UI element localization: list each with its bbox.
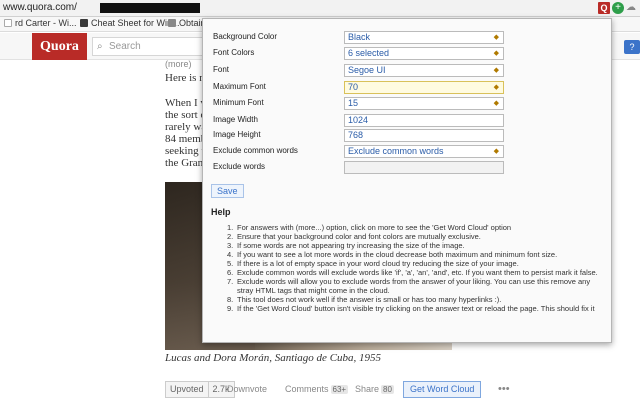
- bookmark-item[interactable]: Cheat Sheet for Win...: [80, 18, 180, 28]
- word-cloud-settings-popup: Background Color Black ◆ Font Colors 6 se…: [202, 18, 612, 343]
- maximum-font-select[interactable]: 70 ◆: [344, 81, 504, 94]
- dropdown-arrow-icon: ◆: [493, 67, 499, 74]
- downvote-button[interactable]: Downvote: [227, 384, 267, 394]
- font-colors-row: Font Colors 6 selected ◆: [213, 47, 605, 61]
- exclude-common-words-label: Exclude common words: [213, 146, 298, 155]
- more-options-icon[interactable]: •••: [498, 383, 510, 395]
- help-item: 9. If the 'Get Word Cloud' button isn't v…: [227, 304, 595, 313]
- url-redaction: [100, 3, 200, 13]
- get-word-cloud-button[interactable]: Get Word Cloud: [403, 381, 482, 398]
- dropdown-arrow-icon: ◆: [493, 34, 499, 41]
- dropdown-arrow-icon: ◆: [493, 84, 499, 91]
- answer-text-line: the Gran: [165, 157, 204, 169]
- quora-logo[interactable]: Quora: [32, 33, 87, 60]
- dropdown-arrow-icon: ◆: [493, 148, 499, 155]
- image-height-label: Image Height: [213, 130, 261, 139]
- font-colors-label: Font Colors: [213, 48, 255, 57]
- dropdown-arrow-icon: ◆: [493, 100, 499, 107]
- help-item: 7. Exclude words will allow you to exclud…: [227, 277, 591, 295]
- minimum-font-select[interactable]: 15 ◆: [344, 97, 504, 110]
- help-item: 4. If you want to see a lot more words in…: [227, 250, 558, 259]
- image-height-row: Image Height 768: [213, 129, 605, 143]
- minimum-font-row: Minimum Font 15 ◆: [213, 97, 605, 111]
- search-input[interactable]: ⌕ Search: [92, 37, 212, 56]
- exclude-words-label: Exclude words: [213, 162, 266, 171]
- comments-count: 63+: [330, 385, 349, 394]
- answer-text-line: 84 memb: [165, 133, 207, 145]
- image-height-input[interactable]: 768: [344, 129, 504, 142]
- help-item: 1. For answers with (more...) option, cli…: [227, 223, 512, 232]
- answer-text-line: seeking t: [165, 145, 205, 157]
- exclude-common-words-row: Exclude common words Exclude common word…: [213, 145, 605, 159]
- font-row: Font Segoe UI ◆: [213, 64, 605, 78]
- help-heading: Help: [211, 207, 231, 217]
- cloud-extension-icon[interactable]: ☁: [626, 2, 636, 13]
- upvote-button[interactable]: Upvoted 2.7k: [165, 381, 235, 398]
- font-colors-select[interactable]: 6 selected ◆: [344, 47, 504, 60]
- exclude-words-row: Exclude words: [213, 161, 605, 175]
- wiki-icon: [4, 19, 12, 27]
- help-item: 2. Ensure that your background color and …: [227, 232, 481, 241]
- photo-caption: Lucas and Dora Morán, Santiago de Cuba, …: [165, 352, 382, 364]
- background-color-select[interactable]: Black ◆: [344, 31, 504, 44]
- help-button[interactable]: ?: [624, 40, 640, 54]
- bookmark-item[interactable]: Obtain: [168, 18, 206, 28]
- answer-text-line: the sort o: [165, 109, 206, 121]
- maximum-font-row: Maximum Font 70 ◆: [213, 81, 605, 95]
- font-select[interactable]: Segoe UI ◆: [344, 64, 504, 77]
- help-item: 5. If there is a lot of empty space in yo…: [227, 259, 519, 268]
- background-color-row: Background Color Black ◆: [213, 31, 605, 45]
- exclude-common-words-select[interactable]: Exclude common words ◆: [344, 145, 504, 158]
- help-item: 6. Exclude common words will exclude word…: [227, 268, 598, 277]
- comments-button[interactable]: Comments 63+: [285, 384, 349, 394]
- help-item: 3. If some words are not appearing try in…: [227, 241, 465, 250]
- maximum-font-label: Maximum Font: [213, 82, 266, 91]
- answer-text-line: When I v: [165, 97, 206, 109]
- image-width-row: Image Width 1024: [213, 114, 605, 128]
- search-icon: ⌕: [97, 41, 103, 52]
- page-icon: [168, 19, 176, 27]
- help-item: 8. This tool does not work well if the an…: [227, 295, 502, 304]
- address-bar[interactable]: www.quora.com/ Q + ☁: [0, 0, 640, 17]
- answer-text-line: rarely wa: [165, 121, 207, 133]
- answer-text-line: Here is n: [165, 72, 205, 84]
- dropdown-arrow-icon: ◆: [493, 50, 499, 57]
- word-cloud-extension-icon[interactable]: Q: [598, 2, 610, 14]
- url-text[interactable]: www.quora.com/: [3, 2, 77, 13]
- save-button[interactable]: Save: [211, 184, 244, 198]
- share-count: 80: [381, 385, 394, 394]
- image-width-label: Image Width: [213, 115, 258, 124]
- bookmark-icon: [80, 19, 88, 27]
- image-width-input[interactable]: 1024: [344, 114, 504, 127]
- help-list: 1. For answers with (more...) option, cli…: [227, 223, 607, 313]
- share-button[interactable]: Share 80: [355, 384, 394, 394]
- plus-extension-icon[interactable]: +: [612, 2, 624, 14]
- background-color-label: Background Color: [213, 32, 278, 41]
- more-link[interactable]: (more): [165, 59, 192, 69]
- minimum-font-label: Minimum Font: [213, 98, 264, 107]
- exclude-words-input[interactable]: [344, 161, 504, 174]
- bookmark-item[interactable]: rd Carter - Wi...: [4, 18, 77, 28]
- font-label: Font: [213, 65, 230, 74]
